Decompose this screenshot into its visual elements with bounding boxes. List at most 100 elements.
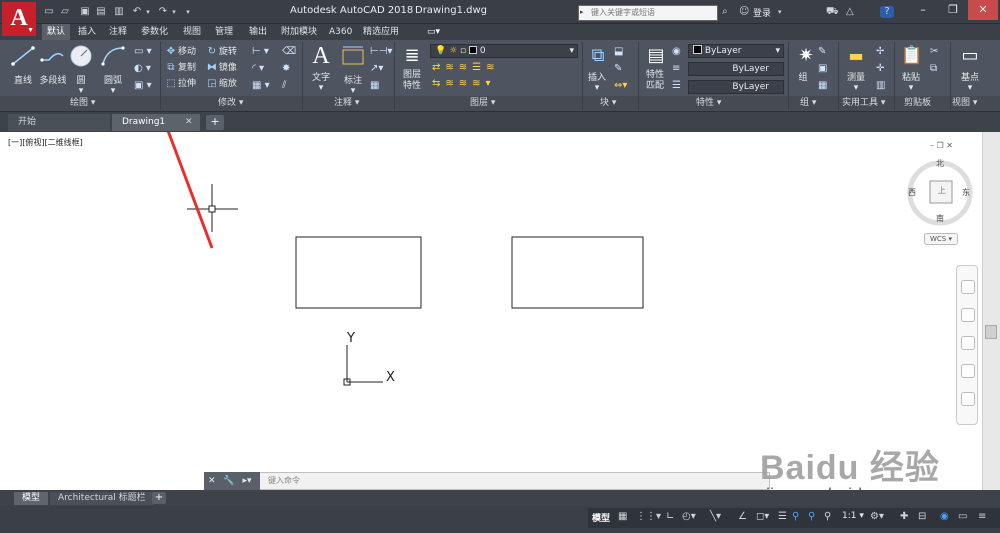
tab-layout[interactable]: Architectural 标题栏 xyxy=(50,492,154,505)
cart-icon[interactable]: ⛟ xyxy=(826,6,839,18)
clipboard-panel-label[interactable]: 剪贴板 xyxy=(904,97,931,110)
utilities-panel-label[interactable]: 实用工具 ▾ xyxy=(842,97,885,110)
a360-icon[interactable]: △ xyxy=(846,6,854,18)
erase-tool-icon[interactable]: ⌫ xyxy=(282,46,296,57)
redo-icon[interactable]: ↷ xyxy=(156,6,170,18)
customize-command-icon[interactable]: 🔧 xyxy=(223,476,234,486)
save-icon[interactable]: ▣ xyxy=(78,6,92,18)
scrollbar-thumb[interactable] xyxy=(985,325,997,339)
color-dropdown[interactable]: ByLayer ▾ xyxy=(688,44,784,58)
object-snap-icon[interactable]: ◻▾ xyxy=(756,510,769,524)
ribbon-toggle-icon[interactable]: ▭▾ xyxy=(422,24,445,40)
arc-dropdown-icon[interactable]: ▾ xyxy=(98,86,128,96)
show-motion-icon[interactable] xyxy=(961,392,975,406)
measure-button[interactable]: ▬ 测量 ▾ xyxy=(842,44,870,93)
snap-icon[interactable]: ⋮⋮▾ xyxy=(636,510,661,524)
annotation-visibility-icon[interactable]: ⚲ xyxy=(792,510,799,524)
annotation-panel-label[interactable]: 注释 ▾ xyxy=(334,97,359,110)
close-tab-icon[interactable]: ✕ xyxy=(185,114,193,131)
text-dropdown-icon[interactable]: ▾ xyxy=(306,83,336,93)
new-tab-button[interactable]: + xyxy=(206,115,224,130)
tab-featured-apps[interactable]: 精选应用 xyxy=(358,24,404,40)
group-button[interactable]: ✷ 组 xyxy=(792,44,814,83)
viewcube-west[interactable]: 西 xyxy=(908,187,916,198)
trim-tool-icon[interactable]: ⊢ ▾ xyxy=(252,46,269,57)
search-input[interactable]: 键入关键字或短语 xyxy=(578,5,718,21)
leader-icon[interactable]: ↗▾ xyxy=(370,63,383,74)
lineweight-icon[interactable]: ☰ xyxy=(672,80,681,91)
viewcube-north[interactable]: 北 xyxy=(936,158,944,169)
rectangle-1[interactable] xyxy=(295,236,422,309)
quick-select-icon[interactable]: ✢ xyxy=(876,46,884,57)
undo-icon[interactable]: ↶ xyxy=(130,6,144,18)
rotate-button[interactable]: ↻ 旋转 xyxy=(205,46,237,57)
close-command-icon[interactable]: ✕ xyxy=(208,476,216,486)
application-menu-button[interactable]: A ▼ xyxy=(2,2,36,36)
restore-button[interactable]: ❐ xyxy=(938,0,968,20)
groups-panel-label[interactable]: 组 ▾ xyxy=(800,97,816,110)
zoom-extents-icon[interactable] xyxy=(961,336,975,350)
base-view-button[interactable]: ▭ 基点 ▾ xyxy=(954,44,986,93)
explode-tool-icon[interactable]: ✸ xyxy=(282,63,290,74)
rectangle-2[interactable] xyxy=(511,236,644,309)
tab-model[interactable]: 模型 xyxy=(14,492,49,505)
workspace-icon[interactable]: ⚙▾ xyxy=(870,510,884,524)
circle-dropdown-icon[interactable]: ▾ xyxy=(66,86,96,96)
paste-dropdown-icon[interactable]: ▾ xyxy=(898,83,924,93)
model-space-toggle[interactable]: 模型 xyxy=(592,511,610,524)
ungroup-icon[interactable]: ✎ xyxy=(818,46,826,57)
close-window-button[interactable]: ✕ xyxy=(968,0,998,20)
text-button[interactable]: A 文字 ▾ xyxy=(306,44,336,93)
paste-button[interactable]: 📋 粘贴 ▾ xyxy=(898,44,924,93)
stretch-button[interactable]: ⬚ 拉伸 xyxy=(164,78,196,89)
edit-block-icon[interactable]: ✎ xyxy=(614,63,622,74)
redo-dropdown-icon[interactable]: ▾ xyxy=(170,6,178,18)
plot-icon[interactable]: ▥ xyxy=(112,6,126,18)
measure-dropdown-icon[interactable]: ▾ xyxy=(842,83,870,93)
tab-a360[interactable]: A360 xyxy=(324,24,357,40)
block-panel-label[interactable]: 块 ▾ xyxy=(600,97,616,110)
vertical-scrollbar[interactable] xyxy=(982,132,1000,490)
tab-start[interactable]: 开始 xyxy=(8,114,110,131)
linear-dim-icon[interactable]: ⊢⊣▾ xyxy=(370,46,392,57)
auto-scale-icon[interactable]: ⚲ xyxy=(808,510,815,524)
grid-icon[interactable]: ▦ xyxy=(618,510,627,524)
dimension-button[interactable]: 标注 ▾ xyxy=(338,44,368,96)
rectangle-tool-icon[interactable]: ▭ ▾ xyxy=(134,46,152,57)
tab-annotate[interactable]: 注释 xyxy=(104,24,132,40)
table-icon[interactable]: ▦ xyxy=(370,80,379,91)
polyline-button[interactable]: 多段线 xyxy=(36,44,70,86)
new-layout-button[interactable]: + xyxy=(152,492,166,504)
group-edit-icon[interactable]: ▣ xyxy=(818,63,827,74)
customization-icon[interactable]: ≡ xyxy=(978,510,986,524)
point-icon[interactable]: ✛ xyxy=(876,63,884,74)
clean-screen-icon[interactable]: ▭ xyxy=(958,510,967,524)
login-button[interactable]: 登录 xyxy=(753,6,771,19)
hatch-tool-icon[interactable]: ◐ ▾ xyxy=(134,63,151,74)
fillet-tool-icon[interactable]: ◜ ▾ xyxy=(252,63,264,74)
insert-block-button[interactable]: ⧉ 插入 ▾ xyxy=(584,44,610,93)
lineweight-dropdown[interactable]: ByLayer xyxy=(688,80,784,94)
lineweight-toggle-icon[interactable]: ☰ xyxy=(778,510,787,524)
move-button[interactable]: ✥ 移动 xyxy=(164,46,196,57)
copy-button[interactable]: ⧉ 复制 xyxy=(164,62,196,73)
viewcube-east[interactable]: 东 xyxy=(962,187,970,198)
tab-addins[interactable]: 附加模块 xyxy=(276,24,322,40)
region-tool-icon[interactable]: ▣ ▾ xyxy=(134,80,152,91)
binoculars-icon[interactable]: ⌕ xyxy=(722,6,728,18)
viewcube-south[interactable]: 南 xyxy=(936,213,944,224)
isodraft-icon[interactable]: ╲▾ xyxy=(710,510,721,524)
scale-button[interactable]: ◲ 缩放 xyxy=(205,78,237,89)
tab-parametric[interactable]: 参数化 xyxy=(136,24,173,40)
open-file-icon[interactable]: ▱ xyxy=(58,6,72,18)
viewcube-top-face[interactable]: 上 xyxy=(938,185,946,196)
linetype-dropdown[interactable]: ByLayer xyxy=(688,62,784,76)
match-properties-button[interactable]: ▤ 特性 匹配 xyxy=(642,44,668,92)
isolate-icon[interactable]: ⊟ xyxy=(918,510,926,524)
tab-manage[interactable]: 管理 xyxy=(210,24,238,40)
properties-panel-label[interactable]: 特性 ▾ xyxy=(696,97,721,110)
layer-tools-row-2[interactable]: ⇆≋≋≋▾ xyxy=(432,78,496,89)
command-input[interactable]: 键入命令 xyxy=(268,475,300,486)
group-select-icon[interactable]: ▦ xyxy=(818,80,827,91)
array-tool-icon[interactable]: ▦ ▾ xyxy=(252,80,270,91)
